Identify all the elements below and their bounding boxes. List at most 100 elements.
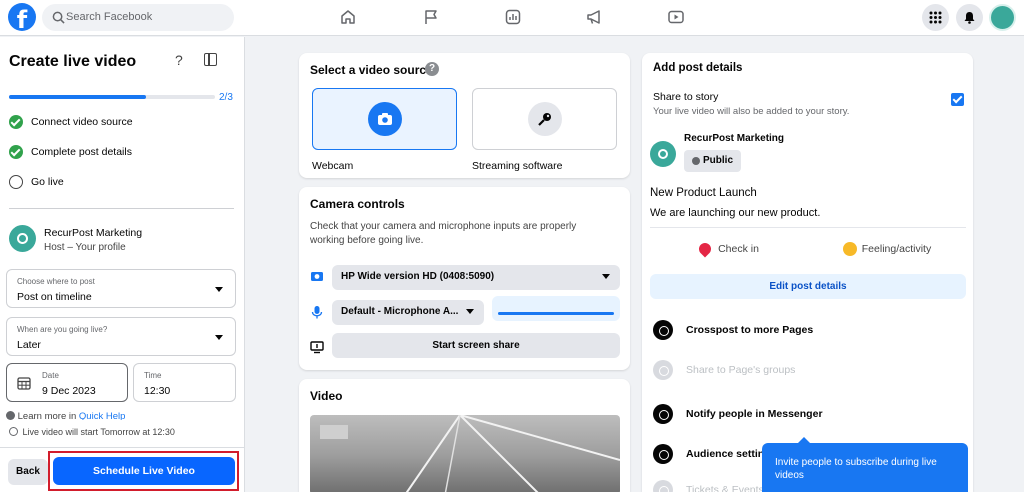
date-field[interactable]: Date 9 Dec 2023 [6,363,128,402]
home-icon[interactable] [339,8,357,26]
camera-select-value: HP Wide version HD (0408:5090) [341,271,495,282]
share-to-story-sub: Your live video will also be added to yo… [653,106,850,117]
time-field[interactable]: Time 12:30 [133,363,236,402]
feeling-activity-label: Feeling/activity [861,243,932,255]
microphone-level-meter [492,296,620,321]
flag-icon[interactable] [422,8,440,26]
date-caption: Date [42,371,59,380]
page-name: RecurPost Marketing [684,133,785,144]
progress-bar-fill [9,95,147,99]
check-in-label: Check in [718,243,759,255]
caret-down-icon [215,335,223,340]
page-title: Create live video [9,53,137,70]
crosspost-option[interactable]: Crosspost to more Pages [653,319,813,341]
microphone-icon [311,306,323,319]
ticket-icon [653,480,673,492]
calendar-icon [17,377,31,390]
microphone-select-value: Default - Microphone A... [341,306,459,317]
post-details-card: Add post details Share to story Your liv… [642,53,973,492]
help-icon[interactable]: ? [175,52,183,68]
chart-icon[interactable] [504,8,522,26]
menu-grid-icon [929,11,942,24]
select-caption: When are you going live? [17,325,108,334]
progress-bar [9,95,215,99]
host-role: Host – Your profile [44,242,126,253]
screen-share-icon [310,341,324,354]
live-start-info: Live video will start Tomorrow at 12:30 [9,427,175,437]
learn-more-text: Learn more in Quick Help [6,411,125,420]
select-value: Later [17,339,41,351]
edit-post-details-button[interactable]: Edit post details [650,274,966,299]
camera-select[interactable]: HP Wide version HD (0408:5090) [332,265,620,290]
help-circle-icon[interactable]: ? [425,62,439,76]
streaming-software-option[interactable] [472,88,617,150]
privacy-value: Public [703,155,734,166]
search-icon [52,11,65,24]
smiley-icon [842,242,857,256]
facebook-logo[interactable]: f [8,3,36,31]
caret-down-icon [466,309,474,314]
notify-messenger-option[interactable]: Notify people in Messenger [653,403,823,425]
privacy-selector[interactable]: Public [684,150,742,172]
notifications-button[interactable] [956,4,983,31]
post-location-select[interactable]: Choose where to post Post on timeline [6,269,236,308]
collapse-panel-icon[interactable] [204,53,217,66]
host-name: RecurPost Marketing [44,227,143,239]
step-go-live: Go live [9,174,64,190]
schedule-live-video-button[interactable]: Schedule Live Video [53,457,235,485]
step-label: Go live [31,176,64,188]
quick-help-link[interactable]: Quick Help [79,411,125,420]
tickets-events-label: Tickets & Events [686,484,764,492]
step-label: Complete post details [31,146,132,158]
webcam-label: Webcam [312,160,354,172]
start-screen-share-button[interactable]: Start screen share [332,333,620,358]
check-in-button[interactable]: Check in [650,231,808,267]
key-icon [528,102,562,136]
step-complete-post-details: Complete post details [9,144,132,160]
search-placeholder: Search Facebook [66,11,153,23]
share-to-story-checkbox[interactable] [951,93,964,106]
microphone-select[interactable]: Default - Microphone A... [332,300,484,325]
video-source-card: Select a video source ? Webcam Streaming… [299,53,630,178]
megaphone-icon[interactable] [585,8,603,26]
footer-divider [0,447,245,448]
page-avatar [650,141,676,167]
subscribe-tooltip[interactable]: Invite people to subscribe during live v… [762,437,968,492]
crosspost-label: Crosspost to more Pages [686,324,814,336]
tickets-events-option: Tickets & Events [653,479,764,492]
video-title: Video [310,389,343,403]
go-live-time-select[interactable]: When are you going live? Later [6,317,236,356]
tooltip-text: Invite people to subscribe during live v… [775,457,937,481]
feeling-activity-button[interactable]: Feeling/activity [808,231,966,267]
date-value: 9 Dec 2023 [42,385,96,397]
step-label: Connect video source [31,116,133,128]
search-bar[interactable]: Search Facebook [42,4,234,31]
select-value: Post on timeline [17,291,92,303]
globe-icon [692,157,700,165]
audience-settings-option[interactable]: Audience settings [653,443,776,465]
webcam-option[interactable] [312,88,457,150]
post-description[interactable]: We are launching our new product. [650,207,820,219]
preview-frame [320,415,620,492]
crosspost-icon [653,320,673,340]
camera-controls-description: Check that your camera and microphone in… [310,221,577,246]
post-actions: Check in Feeling/activity [650,231,966,267]
notify-messenger-label: Notify people in Messenger [686,408,823,420]
video-card: Video [299,379,630,492]
profile-avatar[interactable] [989,4,1016,31]
video-play-icon[interactable] [667,8,685,26]
webcam-preview [310,415,620,492]
time-caption: Time [144,371,162,380]
select-caption: Choose where to post [17,277,95,286]
check-circle-icon [9,145,23,159]
post-title[interactable]: New Product Launch [650,187,757,199]
globe-icon [653,444,673,464]
camera-icon [368,102,402,136]
location-pin-icon [696,240,714,258]
bell-icon [964,12,975,24]
streaming-software-label: Streaming software [472,160,563,172]
caret-down-icon [215,287,223,292]
menu-grid-button[interactable] [922,4,949,31]
empty-circle-icon [9,175,23,189]
back-button[interactable]: Back [8,459,48,485]
